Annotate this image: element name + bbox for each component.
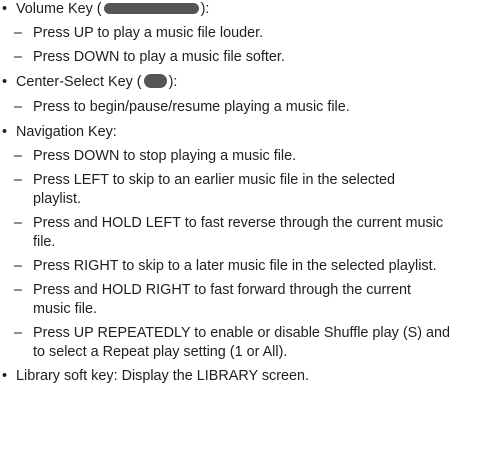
dash-marker: – xyxy=(14,25,23,41)
bullet-volume-key: • Volume Key (): xyxy=(2,0,209,19)
bullet-center-select-key: • Center-Select Key (): xyxy=(2,73,177,92)
volume-key-icon xyxy=(103,2,199,14)
dash-marker: – xyxy=(14,172,23,188)
nav-down-text: Press DOWN to stop playing a music file. xyxy=(33,148,297,164)
volume-down-text: Press DOWN to play a music file softer. xyxy=(33,49,285,65)
nav-left-text: Press LEFT to skip to an earlier music f… xyxy=(33,172,396,188)
sub-item-volume-up: – Press UP to play a music file louder. xyxy=(14,24,263,43)
nav-hold-right-continuation: music file. xyxy=(33,301,97,317)
sub-item-nav-up: – Press UP REPEATEDLY to enable or disabl… xyxy=(14,324,450,343)
bullet-marker: • xyxy=(2,124,8,140)
sub-item-center-press: – Press to begin/pause/resume playing a m… xyxy=(14,98,350,117)
nav-right-text: Press RIGHT to skip to a later music fil… xyxy=(33,258,437,274)
volume-key-label: Volume Key ( xyxy=(16,1,102,17)
center-select-key-icon xyxy=(143,74,167,89)
sub-item-nav-hold-right: – Press and HOLD RIGHT to fast forward th… xyxy=(14,281,411,300)
dash-marker: – xyxy=(14,215,23,231)
volume-up-text: Press UP to play a music file louder. xyxy=(33,25,264,41)
nav-hold-left-text: Press and HOLD LEFT to fast reverse thro… xyxy=(33,215,444,231)
dash-marker: – xyxy=(14,148,23,164)
sub-item-volume-down: – Press DOWN to play a music file softer. xyxy=(14,48,285,67)
library-soft-key-text: Library soft key: Display the LIBRARY sc… xyxy=(16,368,310,384)
dash-marker: – xyxy=(14,99,23,115)
navigation-key-label: Navigation Key: xyxy=(16,124,117,140)
sub-item-nav-down: – Press DOWN to stop playing a music file… xyxy=(14,147,296,166)
dash-marker: – xyxy=(14,258,23,274)
dash-marker: – xyxy=(14,325,23,341)
bullet-library-soft-key: • Library soft key: Display the LIBRARY s… xyxy=(2,367,309,386)
nav-up-text: Press UP REPEATEDLY to enable or disable… xyxy=(33,325,451,341)
sub-item-nav-hold-left: – Press and HOLD LEFT to fast reverse thr… xyxy=(14,214,443,233)
dash-marker: – xyxy=(14,49,23,65)
center-select-label: Center-Select Key ( xyxy=(16,74,142,90)
document-page: • Volume Key (): – Press UP to play a musi… xyxy=(0,0,483,467)
bullet-navigation-key: • Navigation Key: xyxy=(2,123,117,142)
bullet-marker: • xyxy=(2,368,8,384)
sub-item-nav-right: – Press RIGHT to skip to a later music fi… xyxy=(14,257,437,276)
bullet-marker: • xyxy=(2,74,8,90)
volume-key-label-end: ): xyxy=(200,1,210,17)
sub-item-nav-left: – Press LEFT to skip to an earlier music … xyxy=(14,171,395,190)
center-select-label-end: ): xyxy=(168,74,178,90)
nav-up-continuation: to select a Repeat play setting (1 or Al… xyxy=(33,344,288,360)
nav-left-continuation: playlist. xyxy=(33,191,81,207)
nav-hold-left-continuation: file. xyxy=(33,234,56,250)
center-press-text: Press to begin/pause/resume playing a mu… xyxy=(33,99,350,115)
nav-hold-right-text: Press and HOLD RIGHT to fast forward thr… xyxy=(33,282,412,298)
bullet-marker: • xyxy=(2,1,8,17)
dash-marker: – xyxy=(14,282,23,298)
